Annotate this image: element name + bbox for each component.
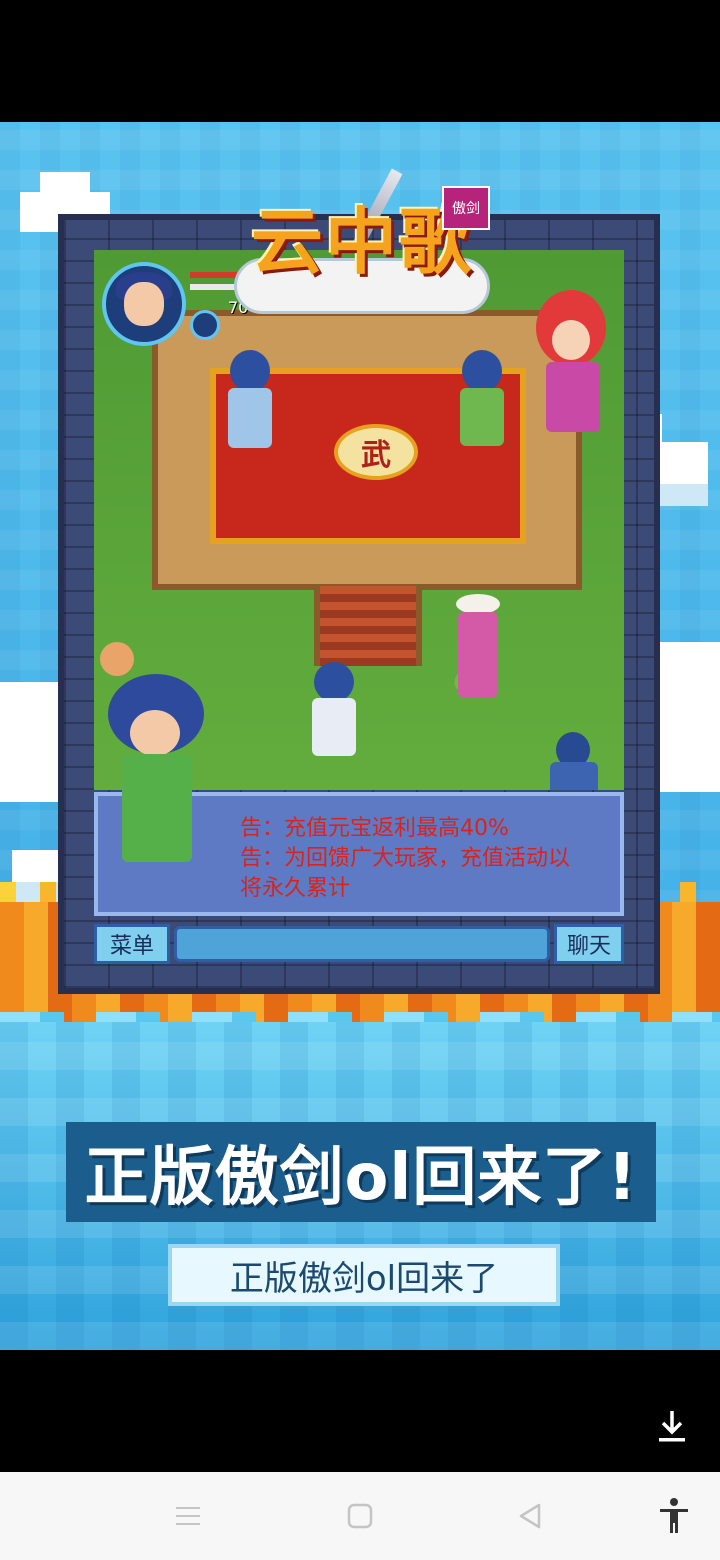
system-navigation-bar bbox=[0, 1472, 720, 1560]
headline-text: 正版傲剑ol回来了! bbox=[84, 1141, 638, 1215]
nav-back-button[interactable] bbox=[510, 1496, 550, 1536]
subline-text: 正版傲剑ol回来了 bbox=[229, 1258, 499, 1299]
arena-emblem: 武 bbox=[334, 424, 418, 480]
chat-button[interactable]: 聊天 bbox=[554, 924, 624, 964]
nav-accessibility-button[interactable] bbox=[654, 1496, 694, 1536]
game-bottom-bar: 菜单 聊天 bbox=[94, 924, 624, 964]
menu-button[interactable]: 菜单 bbox=[94, 924, 170, 964]
arena-platform: 武 bbox=[152, 310, 582, 590]
chat-line: 告：为回馈广大玩家，充值活动以 bbox=[240, 846, 571, 871]
player-avatar[interactable] bbox=[102, 262, 186, 346]
chat-line: 告：充值元宝返利最高40% bbox=[240, 816, 509, 841]
game-screenshot-poster: 武 70 告：充值元宝返利最高40% 告：为回馈广大玩家，充值活动以 将永久累计… bbox=[0, 122, 720, 1350]
chat-line: 将永久累计 bbox=[240, 876, 351, 901]
home-square-icon bbox=[347, 1503, 373, 1529]
download-button[interactable] bbox=[652, 1406, 692, 1446]
cloud bbox=[660, 642, 720, 792]
accessibility-icon bbox=[660, 1498, 688, 1533]
subline-banner: 正版傲剑ol回来了 bbox=[168, 1244, 560, 1306]
back-triangle-icon bbox=[519, 1503, 541, 1529]
cloud bbox=[40, 172, 90, 196]
download-icon bbox=[659, 1411, 685, 1442]
game-logo: 云中歌 傲剑 bbox=[224, 166, 500, 316]
nav-home-button[interactable] bbox=[340, 1496, 380, 1536]
cloud bbox=[0, 682, 60, 802]
arena-stairs bbox=[314, 586, 422, 666]
headline-banner: 正版傲剑ol回来了! bbox=[66, 1122, 656, 1222]
top-black-bar bbox=[0, 0, 720, 122]
skill-orb[interactable] bbox=[190, 310, 220, 340]
chat-input[interactable] bbox=[174, 926, 550, 962]
logo-seal: 傲剑 bbox=[442, 186, 490, 230]
menu-icon bbox=[176, 1507, 200, 1525]
nav-menu-button[interactable] bbox=[168, 1496, 208, 1536]
